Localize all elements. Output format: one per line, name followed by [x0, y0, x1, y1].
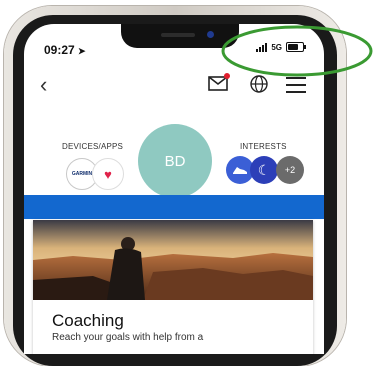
interests-label: INTERESTS — [240, 142, 287, 151]
coaching-photo — [33, 220, 313, 300]
interest-sleep-icon[interactable]: ☾ — [250, 156, 278, 184]
more-interests-badge[interactable]: +2 — [276, 156, 304, 184]
blue-banner — [24, 195, 324, 219]
card-description: Reach your goals with help from a — [52, 332, 204, 343]
card-title: Coaching — [52, 311, 124, 330]
avatar[interactable]: BD — [138, 124, 212, 198]
avatar-initials: BD — [164, 152, 186, 170]
more-interests-count: +2 — [284, 165, 296, 175]
health-app-chip[interactable]: ♥ — [92, 158, 124, 190]
profile-header: DEVICES/APPS INTERESTS GARMIN ♥ BD ☾ +2 — [24, 112, 324, 198]
heart-icon: ♥ — [104, 166, 112, 182]
devices-apps-label: DEVICES/APPS — [62, 142, 124, 151]
status-time: 09:27 ➤ — [44, 43, 86, 57]
front-camera — [207, 31, 214, 38]
garmin-logo: GARMIN — [71, 171, 93, 177]
speaker — [161, 33, 195, 37]
coaching-card[interactable]: Coaching Reach your goals with help from… — [33, 220, 313, 354]
moon-icon: ☾ — [257, 161, 271, 178]
location-arrow-icon: ➤ — [78, 46, 86, 56]
status-time-label: 09:27 — [44, 43, 75, 57]
shoe-icon — [233, 167, 247, 174]
highlight-ellipse-annotation — [221, 25, 373, 77]
back-chevron-icon[interactable]: ‹ — [40, 74, 47, 96]
